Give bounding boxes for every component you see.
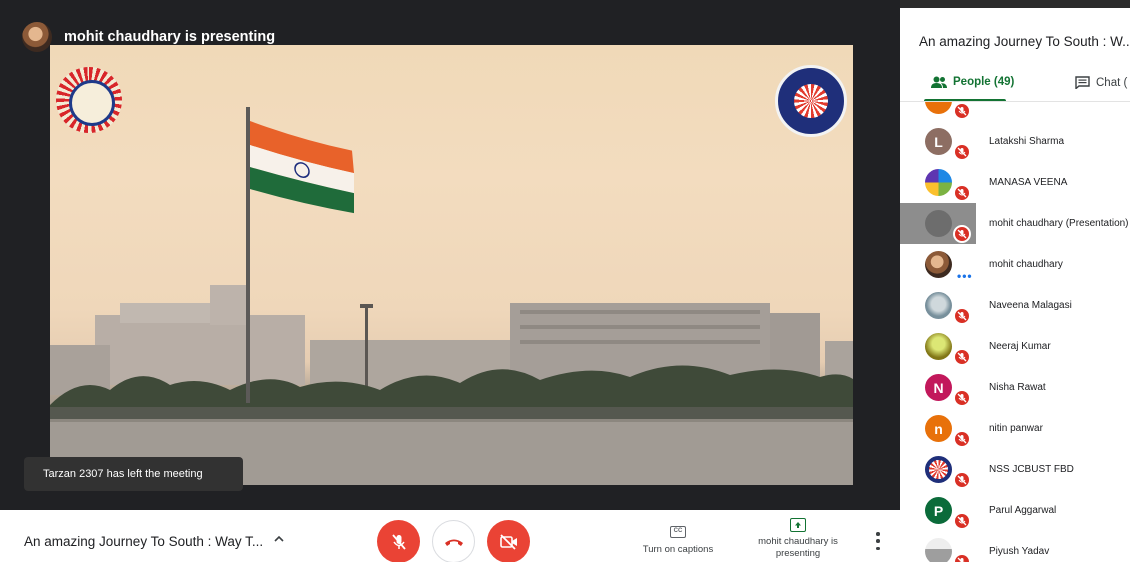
meeting-controls-bar: An amazing Journey To South : Way T... C… (0, 510, 900, 562)
camera-off-icon (499, 533, 517, 550)
mic-off-icon (953, 225, 971, 243)
captions-label: Turn on captions (642, 544, 714, 555)
mic-off-icon (953, 553, 971, 562)
chat-icon (1075, 76, 1090, 89)
participant-name: Neeraj Kumar (989, 341, 1051, 352)
presenter-label: mohit chaudhary is presenting (64, 29, 276, 45)
mic-off-icon (953, 389, 971, 407)
participant-avatar (925, 456, 952, 483)
university-logo (56, 67, 122, 133)
mic-off-icon (953, 348, 971, 366)
nss-logo (775, 65, 847, 137)
participant-name: Piyush Yadav (989, 546, 1050, 557)
participant-name: Latakshi Sharma (989, 136, 1065, 147)
tab-chat-label: Chat ( (1096, 76, 1128, 89)
microphone-toggle-button[interactable] (377, 520, 420, 562)
mic-off-icon (953, 307, 971, 325)
mic-off-icon (953, 512, 971, 530)
participant-row[interactable] (900, 102, 1130, 121)
participant-avatar (925, 102, 952, 114)
participant-row[interactable]: mohit chaudhary (Presentation) (900, 203, 1130, 244)
mic-off-icon (953, 430, 971, 448)
leave-call-button[interactable] (432, 520, 475, 562)
participant-name: Parul Aggarwal (989, 505, 1057, 516)
presenter-avatar (22, 22, 52, 52)
participant-name: NSS JCBUST FBD (989, 464, 1074, 475)
participant-name: MANASA VEENA (989, 177, 1068, 188)
mic-off-icon (391, 533, 406, 550)
tab-people-label: People (49) (953, 76, 1015, 88)
meeting-stage: mohit chaudhary is presenting Tarzan 230… (0, 0, 900, 510)
participant-row[interactable]: Naveena Malagasi (900, 285, 1130, 326)
chevron-up-icon[interactable] (272, 532, 286, 546)
participant-avatar (925, 251, 952, 278)
lake-city-scene (50, 107, 853, 485)
hang-up-icon (444, 539, 463, 546)
meeting-details-button[interactable]: An amazing Journey To South : Way T... (24, 534, 263, 549)
participant-avatar (925, 333, 952, 360)
participant-row[interactable]: P Parul Aggarwal (900, 490, 1130, 531)
participant-list[interactable]: L Latakshi Sharma MANASA VEENA mohit cha… (900, 102, 1130, 562)
panel-tabs: People (49) Chat ( (900, 68, 1130, 102)
present-screen-icon (790, 518, 806, 532)
participant-avatar: N (925, 374, 952, 401)
participant-name: nitin panwar (989, 423, 1043, 434)
participant-avatar (925, 169, 952, 196)
camera-toggle-button[interactable] (487, 520, 530, 562)
participant-name: Naveena Malagasi (989, 300, 1072, 311)
people-icon (931, 76, 947, 88)
participant-avatar: L (925, 128, 952, 155)
participant-name: mohit chaudhary (989, 259, 1063, 270)
participant-row[interactable]: ••• mohit chaudhary (900, 244, 1130, 285)
participant-row[interactable]: N Nisha Rawat (900, 367, 1130, 408)
participant-row[interactable]: Neeraj Kumar (900, 326, 1130, 367)
participant-avatar: P (925, 497, 952, 524)
tab-chat[interactable]: Chat ( (1075, 76, 1127, 89)
participant-name: mohit chaudhary (Presentation) (989, 218, 1129, 229)
presenting-button[interactable]: mohit chaudhary is presenting (750, 518, 846, 560)
presenting-label: mohit chaudhary is presenting (758, 536, 838, 559)
captions-button[interactable]: CC Turn on captions (630, 522, 726, 555)
closed-captions-icon: CC (670, 526, 686, 538)
presentation-video (50, 45, 853, 485)
speaking-indicator-icon: ••• (957, 269, 973, 283)
participant-row[interactable]: MANASA VEENA (900, 162, 1130, 203)
more-options-icon[interactable] (870, 532, 886, 550)
left-meeting-toast: Tarzan 2307 has left the meeting (24, 457, 243, 491)
participant-avatar (925, 292, 952, 319)
participant-name: Nisha Rawat (989, 382, 1046, 393)
participant-avatar: n (925, 415, 952, 442)
participant-row[interactable]: n nitin panwar (900, 408, 1130, 449)
mic-off-icon (953, 143, 971, 161)
mic-off-icon (953, 102, 971, 120)
participant-row[interactable]: NSS JCBUST FBD (900, 449, 1130, 490)
meeting-details-panel: An amazing Journey To South : W... Peopl… (900, 8, 1130, 562)
panel-meeting-title: An amazing Journey To South : W... (919, 34, 1130, 49)
mic-off-icon (953, 471, 971, 489)
participant-avatar (925, 210, 952, 237)
tab-people[interactable]: People (49) (931, 76, 1014, 88)
participant-avatar (925, 538, 952, 562)
participant-row[interactable]: Piyush Yadav (900, 531, 1130, 562)
participant-row[interactable]: L Latakshi Sharma (900, 121, 1130, 162)
mic-off-icon (953, 184, 971, 202)
